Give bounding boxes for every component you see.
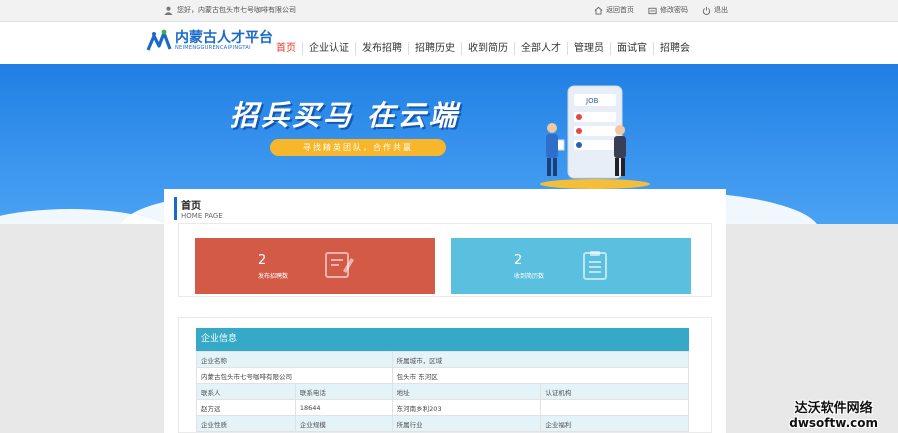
- nav-item-admin[interactable]: 管理员: [567, 42, 610, 55]
- main-nav: 首页 企业认证 发布招聘 招聘历史 收到简历 全部人才 管理员 面试官 招聘会: [270, 42, 696, 55]
- recruitment-illustration-icon: JOB: [540, 85, 650, 189]
- certification-org-value: [540, 399, 689, 416]
- watermark: 达沃软件网络 dwsoftw.com: [789, 397, 878, 430]
- nav-item-job-history[interactable]: 招聘历史: [408, 42, 461, 55]
- nav-item-received-resumes[interactable]: 收到简历: [461, 42, 514, 55]
- user-icon: [164, 6, 173, 15]
- table-row: 联系人 联系电话 地址 认证机构: [196, 383, 689, 400]
- nav-item-all-talents[interactable]: 全部人才: [514, 42, 567, 55]
- top-links: 返回首页 修改密码 退出: [594, 5, 728, 15]
- received-resumes-count: 2: [514, 253, 523, 268]
- stats-panel: 2 发布招聘数 2 收到简历数: [178, 223, 712, 297]
- received-resumes-card[interactable]: 2 收到简历数: [451, 238, 691, 294]
- benefits-label: 企业福利: [540, 415, 689, 432]
- logo-title: 内蒙古人才平台: [175, 30, 273, 46]
- posted-jobs-card[interactable]: 2 发布招聘数: [195, 238, 435, 294]
- banner-subtitle: 寻找精英团队，合作共赢: [270, 139, 446, 156]
- company-info-title: 企业信息: [196, 328, 689, 351]
- nav-item-home[interactable]: 首页: [270, 42, 302, 55]
- page-title: 首页: [181, 201, 201, 212]
- nav-item-company-certification[interactable]: 企业认证: [302, 42, 355, 55]
- logout-link[interactable]: 退出: [702, 5, 728, 15]
- back-home-link[interactable]: 返回首页: [594, 5, 634, 15]
- address-value: 东河南乡利203: [391, 399, 542, 416]
- header: 内蒙古人才平台 NEIMENGGURENCAIPINGTAI 首页 企业认证 发…: [0, 22, 898, 64]
- contact-person-label: 联系人: [196, 383, 296, 400]
- watermark-line1: 达沃软件网络: [794, 401, 873, 416]
- address-label: 地址: [391, 383, 542, 400]
- main-content: 首页 HOME PAGE 2 发布招聘数 2 收到简历数 企业信息 企业名称 所…: [164, 189, 726, 433]
- clipboard-icon: [583, 251, 607, 280]
- page-subtitle: HOME PAGE: [181, 212, 223, 220]
- contact-person-value: 赵方远: [196, 399, 296, 416]
- company-info-panel: 企业信息 企业名称 所属城市，区域 内蒙古包头市七号咖啡有限公司 包头市 东河区…: [178, 317, 712, 433]
- home-icon: [594, 6, 603, 15]
- table-row: 企业性质 企业规模 所属行业 企业福利: [196, 415, 689, 432]
- job-label: JOB: [585, 97, 599, 105]
- logout-label: 退出: [714, 6, 728, 14]
- company-name-label: 企业名称: [196, 351, 393, 368]
- change-password-label: 修改密码: [660, 6, 688, 14]
- table-row: 内蒙古包头市七号咖啡有限公司 包头市 东河区: [196, 367, 690, 384]
- nav-item-job-fair[interactable]: 招聘会: [653, 42, 696, 55]
- contact-phone-label: 联系电话: [294, 383, 393, 400]
- company-size-label: 企业规模: [294, 415, 393, 432]
- top-bar: 您好，内蒙古包头市七号咖啡有限公司 返回首页 修改密码 退出: [0, 0, 898, 22]
- posted-jobs-label: 发布招聘数: [258, 273, 289, 280]
- table-row: 赵方远 18644 东河南乡利203: [196, 399, 689, 416]
- company-name-value: 内蒙古包头市七号咖啡有限公司: [196, 367, 393, 384]
- edit-document-icon: [325, 252, 354, 278]
- certification-org-label: 认证机构: [540, 383, 689, 400]
- company-info-table: 企业名称 所属城市，区域 内蒙古包头市七号咖啡有限公司 包头市 东河区 联系人 …: [196, 351, 690, 432]
- logo-mark-icon: [146, 29, 172, 51]
- contact-phone-value: 18644: [294, 399, 393, 416]
- received-resumes-label: 收到简历数: [514, 273, 545, 280]
- nav-item-interviewer[interactable]: 面试官: [610, 42, 653, 55]
- company-nature-label: 企业性质: [196, 415, 296, 432]
- city-area-value: 包头市 东河区: [391, 367, 690, 384]
- greeting: 您好，内蒙古包头市七号咖啡有限公司: [164, 5, 296, 15]
- table-row: 企业名称 所属城市，区域: [196, 351, 690, 368]
- page-header: 首页 HOME PAGE: [174, 197, 223, 220]
- industry-label: 所属行业: [391, 415, 542, 432]
- posted-jobs-count: 2: [258, 253, 267, 268]
- password-icon: [648, 7, 657, 14]
- nav-item-post-job[interactable]: 发布招聘: [355, 42, 408, 55]
- banner-title: 招兵买马 在云端: [230, 99, 460, 132]
- change-password-link[interactable]: 修改密码: [648, 5, 688, 15]
- greeting-text: 您好，内蒙古包头市七号咖啡有限公司: [177, 6, 296, 14]
- watermark-line2: dwsoftw.com: [789, 416, 878, 430]
- power-icon: [702, 6, 711, 15]
- city-area-label: 所属城市，区域: [391, 351, 690, 368]
- site-logo[interactable]: 内蒙古人才平台 NEIMENGGURENCAIPINGTAI: [146, 28, 273, 54]
- back-home-label: 返回首页: [606, 6, 634, 14]
